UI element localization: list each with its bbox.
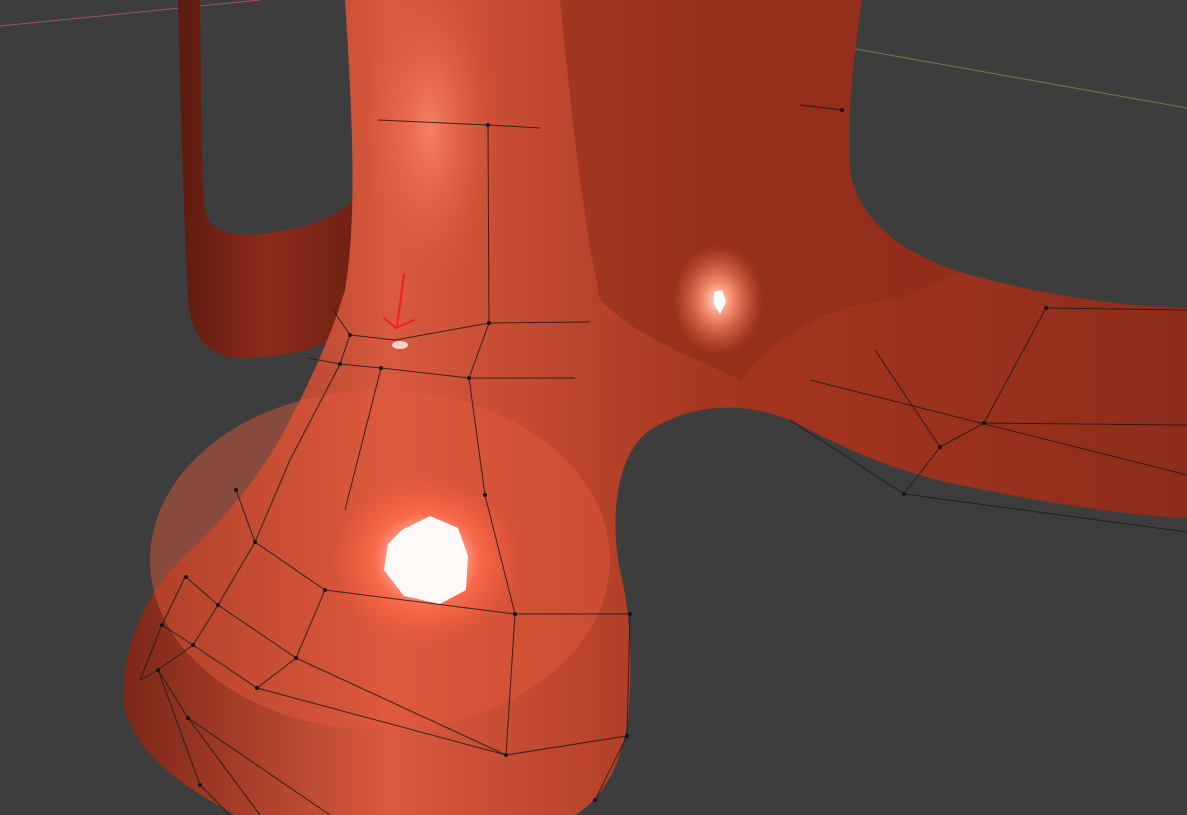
3d-viewport[interactable] bbox=[0, 0, 1187, 815]
handle-loop[interactable] bbox=[178, 0, 360, 359]
y-axis-line bbox=[849, 47, 1187, 109]
x-axis-line bbox=[0, 0, 261, 27]
pinch-artifact bbox=[392, 341, 408, 349]
viewport-canvas[interactable] bbox=[0, 0, 1187, 815]
